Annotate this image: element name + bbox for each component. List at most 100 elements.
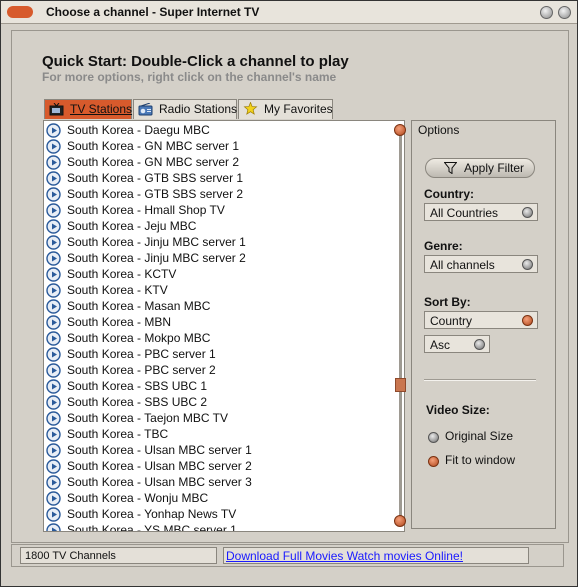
quickstart-subtitle: For more options, right click on the cha… (42, 70, 337, 84)
list-item[interactable]: South Korea - SBS UBC 2 (46, 394, 208, 411)
list-item[interactable]: South Korea - MBN (46, 314, 172, 331)
list-item[interactable]: South Korea - GN MBC server 1 (46, 138, 240, 155)
list-item[interactable]: South Korea - PBC server 2 (46, 362, 216, 379)
list-item[interactable]: South Korea - Yonhap News TV (46, 506, 237, 523)
channel-name: South Korea - KCTV (67, 267, 177, 281)
tv-icon (49, 103, 64, 116)
minimize-icon[interactable] (540, 6, 553, 19)
channel-name: South Korea - SBS UBC 2 (67, 395, 208, 409)
list-item[interactable]: South Korea - GTB SBS server 1 (46, 170, 243, 187)
app-menu-icon[interactable] (7, 6, 33, 18)
channel-name: South Korea - TBC (67, 427, 169, 441)
options-panel: Options Apply Filter Country: All Countr… (411, 120, 556, 529)
play-icon (46, 299, 61, 315)
radio-original-size[interactable] (428, 432, 439, 443)
list-item[interactable]: South Korea - Hmall Shop TV (46, 202, 225, 219)
channel-name: South Korea - Taejon MBC TV (67, 411, 228, 425)
download-movies-link[interactable]: Download Full Movies Watch movies Online… (223, 547, 529, 564)
sort-order-dropdown[interactable]: Asc (424, 335, 490, 353)
scrollbar-thumb[interactable] (395, 378, 406, 392)
play-icon (46, 507, 61, 523)
play-icon (46, 395, 61, 411)
app-window: Choose a channel - Super Internet TV Qui… (0, 0, 578, 587)
list-item[interactable]: South Korea - Masan MBC (46, 298, 211, 315)
list-item[interactable]: South Korea - Ulsan MBC server 1 (46, 442, 252, 459)
channel-name: South Korea - GN MBC server 1 (67, 139, 240, 153)
channel-name: South Korea - SBS UBC 1 (67, 379, 208, 393)
sortby-dropdown[interactable]: Country (424, 311, 538, 329)
title-bar[interactable]: Choose a channel - Super Internet TV (1, 1, 577, 24)
play-icon (46, 251, 61, 267)
play-icon (46, 267, 61, 283)
channel-name: South Korea - Daegu MBC (67, 123, 210, 137)
options-title: Options (418, 123, 460, 137)
scroll-down-icon[interactable] (394, 515, 406, 527)
channel-count: 1800 TV Channels (20, 547, 217, 564)
play-icon (46, 443, 61, 459)
sortby-label: Sort By: (424, 295, 471, 309)
list-item[interactable]: South Korea - GTB SBS server 2 (46, 186, 244, 203)
list-item[interactable]: South Korea - Taejon MBC TV (46, 410, 228, 427)
radio-fit-to-window[interactable] (428, 456, 439, 467)
list-item[interactable]: South Korea - Wonju MBC (46, 490, 208, 507)
dropdown-arrow-icon (522, 315, 533, 326)
scrollbar-track[interactable] (399, 129, 402, 521)
list-item[interactable]: South Korea - KCTV (46, 266, 177, 283)
play-icon (46, 379, 61, 395)
play-icon (46, 491, 61, 507)
divider (424, 379, 536, 381)
play-icon (46, 459, 61, 475)
channel-name: South Korea - GTB SBS server 2 (67, 187, 244, 201)
channel-name: South Korea - Yonhap News TV (67, 507, 237, 521)
list-item[interactable]: South Korea - Jinju MBC server 2 (46, 250, 246, 267)
list-item[interactable]: South Korea - KTV (46, 282, 168, 299)
list-item[interactable]: South Korea - PBC server 1 (46, 346, 216, 363)
list-item[interactable]: South Korea - Jeju MBC (46, 218, 196, 235)
dropdown-arrow-icon (522, 259, 533, 270)
play-icon (46, 283, 61, 299)
list-item[interactable]: South Korea - Mokpo MBC (46, 330, 210, 347)
list-item[interactable]: South Korea - Jinju MBC server 1 (46, 234, 246, 251)
radio-label-original-size[interactable]: Original Size (445, 429, 513, 443)
play-icon (46, 347, 61, 363)
tab-radio-stations[interactable]: Radio Stations (133, 99, 237, 119)
channel-name: South Korea - Masan MBC (67, 299, 211, 313)
country-value: All Countries (430, 206, 499, 220)
filter-icon (444, 162, 457, 174)
play-icon (46, 235, 61, 251)
channel-list[interactable]: South Korea - Daegu MBC South Korea - GN … (43, 120, 405, 532)
play-icon (46, 427, 61, 443)
channel-name: South Korea - Ulsan MBC server 2 (67, 459, 252, 473)
tab-tv-stations[interactable]: TV Stations (44, 99, 132, 119)
sortby-value: Country (430, 314, 473, 328)
play-icon (46, 315, 61, 331)
scroll-up-icon[interactable] (394, 124, 406, 136)
play-icon (46, 523, 61, 531)
list-item[interactable]: South Korea - Ulsan MBC server 3 (46, 474, 252, 491)
list-item[interactable]: South Korea - TBC (46, 426, 169, 443)
list-item[interactable]: South Korea - YS MBC server 1 (46, 522, 237, 531)
list-item[interactable]: South Korea - Daegu MBC (46, 122, 210, 139)
tab-label-radio-stations: Radio Stations (159, 102, 238, 116)
channel-name: South Korea - Jinju MBC server 1 (67, 235, 246, 249)
quickstart-title: Quick Start: Double-Click a channel to p… (42, 53, 349, 70)
apply-filter-button[interactable]: Apply Filter (425, 158, 535, 178)
genre-label: Genre: (424, 239, 463, 253)
list-item[interactable]: South Korea - SBS UBC 1 (46, 378, 208, 395)
main-panel: Quick Start: Double-Click a channel to p… (11, 30, 569, 543)
play-icon (46, 363, 61, 379)
radio-icon (138, 103, 153, 116)
list-item[interactable]: South Korea - GN MBC server 2 (46, 154, 239, 171)
list-item[interactable]: South Korea - Ulsan MBC server 2 (46, 458, 252, 475)
star-icon (243, 102, 258, 115)
play-icon (46, 155, 61, 171)
channel-name: South Korea - MBN (67, 315, 172, 329)
radio-label-fit-to-window[interactable]: Fit to window (445, 453, 515, 467)
genre-dropdown[interactable]: All channels (424, 255, 538, 273)
tab-label-tv-stations: TV Stations (70, 102, 133, 116)
play-icon (46, 171, 61, 187)
play-icon (46, 139, 61, 155)
tab-my-favorites[interactable]: My Favorites (238, 99, 333, 119)
close-icon[interactable] (558, 6, 571, 19)
country-dropdown[interactable]: All Countries (424, 203, 538, 221)
